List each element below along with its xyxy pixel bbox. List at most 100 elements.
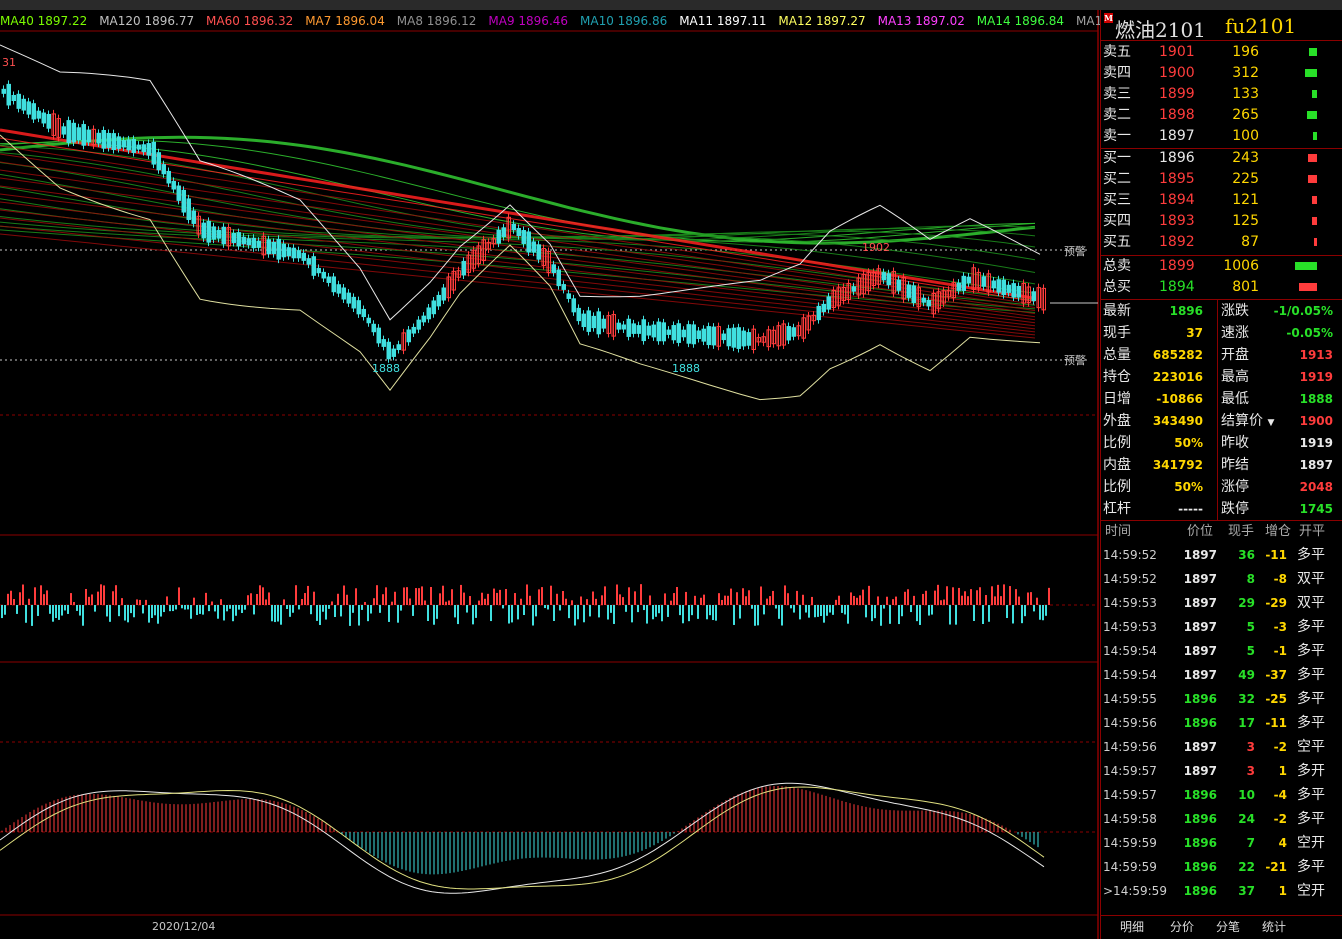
volume-bar <box>256 594 258 605</box>
order-book-row[interactable]: 卖四 1900 312 <box>1101 63 1342 84</box>
volume-bar <box>169 605 171 612</box>
volume-bar <box>985 595 987 605</box>
tick-row[interactable]: 14:59:55 1896 32 -25 多平 <box>1101 687 1342 711</box>
candle <box>161 164 166 175</box>
tick-row[interactable]: 14:59:53 1897 29 -29 双平 <box>1101 591 1342 615</box>
candle <box>586 310 591 332</box>
candle <box>431 300 436 315</box>
volume-bar <box>766 598 768 605</box>
order-book-row[interactable]: 买三 1894 121 <box>1101 190 1342 211</box>
order-book-row[interactable]: 买五 1892 87 <box>1101 232 1342 253</box>
candle <box>966 276 971 284</box>
order-book-row[interactable]: 总卖 1899 1006 <box>1101 256 1342 277</box>
level-label: 买二 <box>1103 171 1131 187</box>
tick-row[interactable]: 14:59:57 1897 3 1 多开 <box>1101 759 1342 783</box>
order-book-row[interactable]: 卖一 1897 100 <box>1101 126 1342 147</box>
volume-bar <box>628 587 630 605</box>
level-volume-bar <box>1312 196 1317 204</box>
volume-bar <box>55 605 57 619</box>
volume-bar <box>25 605 27 623</box>
candle <box>236 232 241 247</box>
tick-row[interactable]: 14:59:59 1896 7 4 空开 <box>1101 831 1342 855</box>
tick-volume: 37 <box>1238 884 1255 898</box>
tick-row[interactable]: 14:59:53 1897 5 -3 多平 <box>1101 615 1342 639</box>
volume-bar <box>145 599 147 605</box>
tick-type: 双平 <box>1297 595 1325 611</box>
candle <box>996 279 1001 293</box>
tick-row[interactable]: 14:59:56 1896 17 -11 多平 <box>1101 711 1342 735</box>
order-book-row[interactable]: 买一 1896 243 <box>1101 148 1342 169</box>
level-price: 1895 <box>1159 171 1195 187</box>
volume-bar <box>559 605 561 611</box>
tick-row[interactable]: >14:59:59 1896 37 1 空开 <box>1101 879 1342 903</box>
volume-bar <box>619 594 621 605</box>
order-book-row[interactable]: 买四 1893 125 <box>1101 211 1342 232</box>
candle <box>576 307 581 322</box>
tick-row[interactable]: 14:59:52 1897 36 -11 多平 <box>1101 543 1342 567</box>
order-book-row[interactable]: 买二 1895 225 <box>1101 169 1342 190</box>
tick-row[interactable]: 14:59:52 1897 8 -8 双平 <box>1101 567 1342 591</box>
volume-bar <box>1024 605 1026 617</box>
volume-bar <box>1048 587 1050 605</box>
level-volume: 243 <box>1232 150 1259 166</box>
volume-bar <box>427 605 429 622</box>
tick-oi-change: 1 <box>1278 884 1287 898</box>
level-volume: 225 <box>1232 171 1259 187</box>
volume-bar <box>400 605 402 611</box>
order-book-row[interactable]: 卖五 1901 196 <box>1101 42 1342 63</box>
tab-detail[interactable]: 明细 <box>1109 918 1155 936</box>
tick-row[interactable]: 14:59:54 1897 49 -37 多平 <box>1101 663 1342 687</box>
quote-label: 总量 <box>1103 347 1131 363</box>
candle <box>356 300 361 315</box>
header-price: 价位 <box>1187 524 1214 539</box>
tick-row[interactable]: 14:59:58 1896 24 -2 多平 <box>1101 807 1342 831</box>
tick-row[interactable]: 14:59:54 1897 5 -1 多平 <box>1101 639 1342 663</box>
volume-bar <box>115 585 117 605</box>
volume-bar <box>85 588 87 605</box>
candle <box>136 144 141 150</box>
quote-value: 1745 <box>1299 502 1333 516</box>
ma-legend-item: MA14 1896.84 <box>977 14 1064 28</box>
volume-bar <box>868 585 870 605</box>
kline-chart[interactable]: MA40 1897.22 MA120 1896.77 MA60 1896.32 MA7… <box>0 10 1100 939</box>
volume-bar <box>460 584 462 605</box>
candle <box>701 328 706 342</box>
quote-row: 现手 37 速涨 -0.05% <box>1101 322 1342 344</box>
quote-value: 1897 <box>1299 458 1333 472</box>
volume-bar <box>523 605 525 615</box>
volume-bar <box>679 605 681 616</box>
volume-bar <box>562 591 564 605</box>
volume-bar <box>385 587 387 605</box>
volume-bar <box>760 586 762 605</box>
tick-row[interactable]: 14:59:57 1896 10 -4 多平 <box>1101 783 1342 807</box>
tick-type: 多平 <box>1297 715 1325 731</box>
candle <box>361 308 366 318</box>
level-label: 买三 <box>1103 192 1131 208</box>
candle <box>741 330 746 347</box>
tick-row[interactable]: 14:59:59 1896 22 -21 多平 <box>1101 855 1342 879</box>
order-book-row[interactable]: 卖三 1899 133 <box>1101 84 1342 105</box>
volume-bar <box>553 605 555 621</box>
candle <box>296 250 301 259</box>
order-book-row[interactable]: 卖二 1898 265 <box>1101 105 1342 126</box>
tick-time: 14:59:52 <box>1103 572 1157 586</box>
volume-bar <box>13 599 15 605</box>
volume-bar <box>571 600 573 605</box>
candle <box>881 272 886 281</box>
volume-bar <box>49 605 51 614</box>
tab-trades[interactable]: 分笔 <box>1205 918 1251 936</box>
volume-bar <box>406 587 408 605</box>
quote-value: 1900 <box>1299 414 1333 428</box>
volume-bar <box>319 605 321 626</box>
candle <box>726 328 731 347</box>
level-volume: 133 <box>1232 86 1259 102</box>
level-price: 1899 <box>1159 258 1195 274</box>
tick-row[interactable]: 14:59:56 1897 3 -2 空平 <box>1101 735 1342 759</box>
ma-legend-item: MA9 1896.46 <box>488 14 568 28</box>
level-price: 1897 <box>1159 128 1195 144</box>
order-book-row[interactable]: 总买 1894 801 <box>1101 277 1342 298</box>
tab-stats[interactable]: 统计 <box>1251 918 1297 936</box>
volume-bar <box>1030 592 1032 605</box>
candle <box>521 230 526 244</box>
tab-price-dist[interactable]: 分价 <box>1159 918 1205 936</box>
